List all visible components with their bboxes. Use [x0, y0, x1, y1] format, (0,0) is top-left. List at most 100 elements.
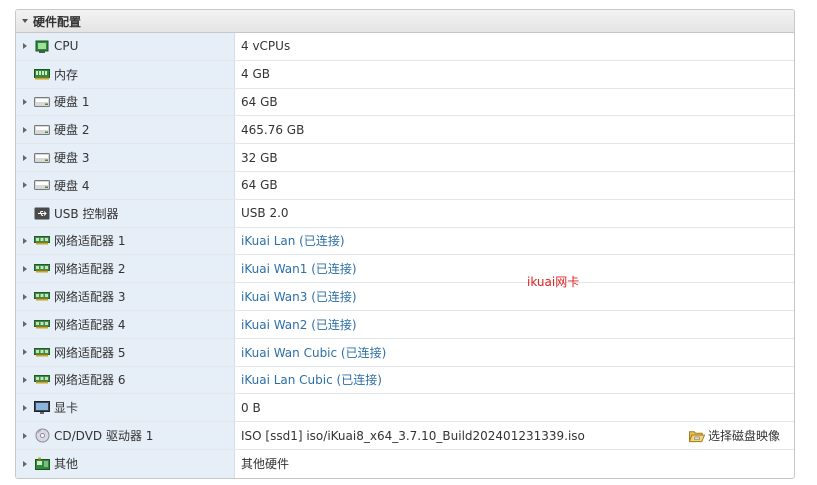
expand-arrow-icon[interactable] — [18, 43, 32, 50]
network-link[interactable]: iKuai Lan Cubic (已连接) — [241, 371, 382, 388]
hardware-row[interactable]: 网络适配器 1 iKuai Lan (已连接) — [16, 227, 794, 256]
cpu-icon — [34, 39, 50, 53]
row-value: ISO [ssd1] iso/iKuai8_x64_3.7.10_Build20… — [241, 428, 585, 443]
hardware-row[interactable]: 显卡 0 B — [16, 394, 794, 423]
row-value-cell: iKuai Lan (已连接) — [235, 228, 794, 255]
row-label: 硬盘 3 — [54, 151, 90, 166]
expand-arrow-icon[interactable] — [18, 376, 32, 383]
row-value-cell: iKuai Wan2 (已连接) — [235, 311, 794, 338]
row-value: 4 GB — [241, 67, 270, 82]
row-value: 32 GB — [241, 150, 278, 165]
expand-arrow-icon[interactable] — [18, 98, 32, 105]
select-disk-image-label: 选择磁盘映像 — [707, 429, 780, 444]
network-link[interactable]: iKuai Wan Cubic (已连接) — [241, 344, 386, 361]
hard-disk-icon — [34, 178, 50, 192]
row-label: 网络适配器 5 — [54, 345, 126, 360]
expand-arrow-icon[interactable] — [18, 182, 32, 189]
expand-arrow-icon[interactable] — [18, 126, 32, 133]
select-disk-image-button[interactable]: 选择磁盘映像 — [687, 422, 780, 449]
row-value-cell: 64 GB — [235, 172, 794, 199]
row-label: 内存 — [54, 67, 79, 82]
hard-disk-icon — [34, 95, 50, 109]
expand-arrow-icon[interactable] — [18, 293, 32, 300]
row-value: USB 2.0 — [241, 206, 289, 221]
row-value: 64 GB — [241, 178, 278, 193]
row-label: 网络适配器 4 — [54, 317, 126, 332]
row-value: 64 GB — [241, 94, 278, 109]
row-label-cell: 网络适配器 3 — [16, 283, 235, 310]
row-label-cell: 硬盘 1 — [16, 88, 235, 116]
network-link[interactable]: iKuai Lan (已连接) — [241, 232, 345, 249]
row-label-cell: 网络适配器 6 — [16, 366, 235, 394]
hardware-row[interactable]: 网络适配器 6 iKuai Lan Cubic (已连接) — [16, 366, 794, 395]
row-value: 4 vCPUs — [241, 39, 291, 54]
row-label: 网络适配器 2 — [54, 262, 126, 277]
hard-disk-icon — [34, 151, 50, 165]
expand-arrow-icon[interactable] — [18, 460, 32, 467]
hardware-row[interactable]: 其他 其他硬件 — [16, 450, 794, 478]
usb-icon — [34, 206, 50, 220]
expand-arrow-icon[interactable] — [18, 265, 32, 272]
row-value-cell: iKuai Lan Cubic (已连接) — [235, 367, 794, 394]
hardware-row[interactable]: 硬盘 3 32 GB — [16, 144, 794, 172]
row-label-cell: 其他 — [16, 450, 235, 478]
hardware-row[interactable]: CPU 4 vCPUs — [16, 33, 794, 61]
expand-arrow-icon[interactable] — [18, 432, 32, 439]
hardware-row[interactable]: 网络适配器 5 iKuai Wan Cubic (已连接) — [16, 338, 794, 367]
hardware-row[interactable]: 网络适配器 4 iKuai Wan2 (已连接) — [16, 311, 794, 339]
panel-title: 硬件配置 — [33, 14, 82, 29]
network-link[interactable]: iKuai Wan1 (已连接) — [241, 260, 357, 277]
row-label: 硬盘 2 — [54, 123, 90, 138]
hardware-row[interactable]: USB 控制器 USB 2.0 — [16, 199, 794, 228]
row-label: USB 控制器 — [54, 206, 119, 221]
expand-arrow-icon[interactable] — [18, 404, 32, 411]
expand-arrow-icon[interactable] — [18, 321, 32, 328]
cd-dvd-icon — [34, 428, 50, 443]
expand-arrow-icon[interactable] — [18, 349, 32, 356]
network-adapter-icon — [34, 317, 50, 331]
display-icon — [34, 400, 50, 415]
hardware-row[interactable]: 网络适配器 3 iKuai Wan3 (已连接) — [16, 283, 794, 311]
row-label-cell: 硬盘 3 — [16, 144, 235, 171]
folder-open-icon — [688, 429, 705, 443]
row-value-cell: ISO [ssd1] iso/iKuai8_x64_3.7.10_Build20… — [235, 422, 794, 449]
row-label: 网络适配器 1 — [54, 234, 126, 249]
network-adapter-icon — [34, 234, 50, 248]
row-value-cell: 465.76 GB — [235, 116, 794, 143]
annotation-text: ikuai网卡 — [527, 275, 580, 289]
row-value-cell: USB 2.0 — [235, 200, 794, 227]
network-link[interactable]: iKuai Wan2 (已连接) — [241, 316, 357, 333]
row-label: CD/DVD 驱动器 1 — [54, 429, 154, 444]
row-label-cell: USB 控制器 — [16, 199, 235, 227]
row-label-cell: 显卡 — [16, 394, 235, 422]
row-label: 显卡 — [54, 401, 79, 416]
row-value-cell: 32 GB — [235, 144, 794, 171]
hardware-row[interactable]: 硬盘 2 465.76 GB — [16, 116, 794, 145]
row-value-cell: 其他硬件 — [235, 450, 794, 478]
row-label: CPU — [54, 39, 79, 54]
other-hardware-icon — [34, 457, 50, 471]
hardware-row[interactable]: 硬盘 1 64 GB — [16, 88, 794, 117]
row-label: 网络适配器 3 — [54, 290, 126, 305]
row-label: 硬盘 1 — [54, 95, 90, 110]
row-label: 网络适配器 6 — [54, 373, 126, 388]
row-label-cell: 内存 — [16, 60, 235, 88]
row-value-cell: 0 B — [235, 394, 794, 421]
row-label-cell: 网络适配器 1 — [16, 227, 235, 255]
row-label: 硬盘 4 — [54, 178, 90, 193]
network-link[interactable]: iKuai Wan3 (已连接) — [241, 288, 357, 305]
row-value-cell: iKuai Wan1 (已连接) — [235, 255, 794, 282]
row-value-cell: 64 GB — [235, 89, 794, 116]
hard-disk-icon — [34, 123, 50, 137]
row-value-cell: iKuai Wan3 (已连接) — [235, 283, 794, 310]
expand-arrow-icon[interactable] — [18, 237, 32, 244]
hardware-row[interactable]: 网络适配器 2 iKuai Wan1 (已连接) — [16, 255, 794, 284]
hardware-row[interactable]: CD/DVD 驱动器 1 ISO [ssd1] iso/iKuai8_x64_3.… — [16, 422, 794, 450]
hardware-row[interactable]: 硬盘 4 64 GB — [16, 172, 794, 200]
expand-arrow-icon[interactable] — [18, 154, 32, 161]
panel-header[interactable]: 硬件配置 — [16, 10, 794, 33]
hardware-row[interactable]: 内存 4 GB — [16, 60, 794, 89]
row-value-cell: iKuai Wan Cubic (已连接) — [235, 339, 794, 366]
row-label-cell: 网络适配器 2 — [16, 255, 235, 283]
collapse-caret-icon[interactable] — [22, 19, 28, 23]
